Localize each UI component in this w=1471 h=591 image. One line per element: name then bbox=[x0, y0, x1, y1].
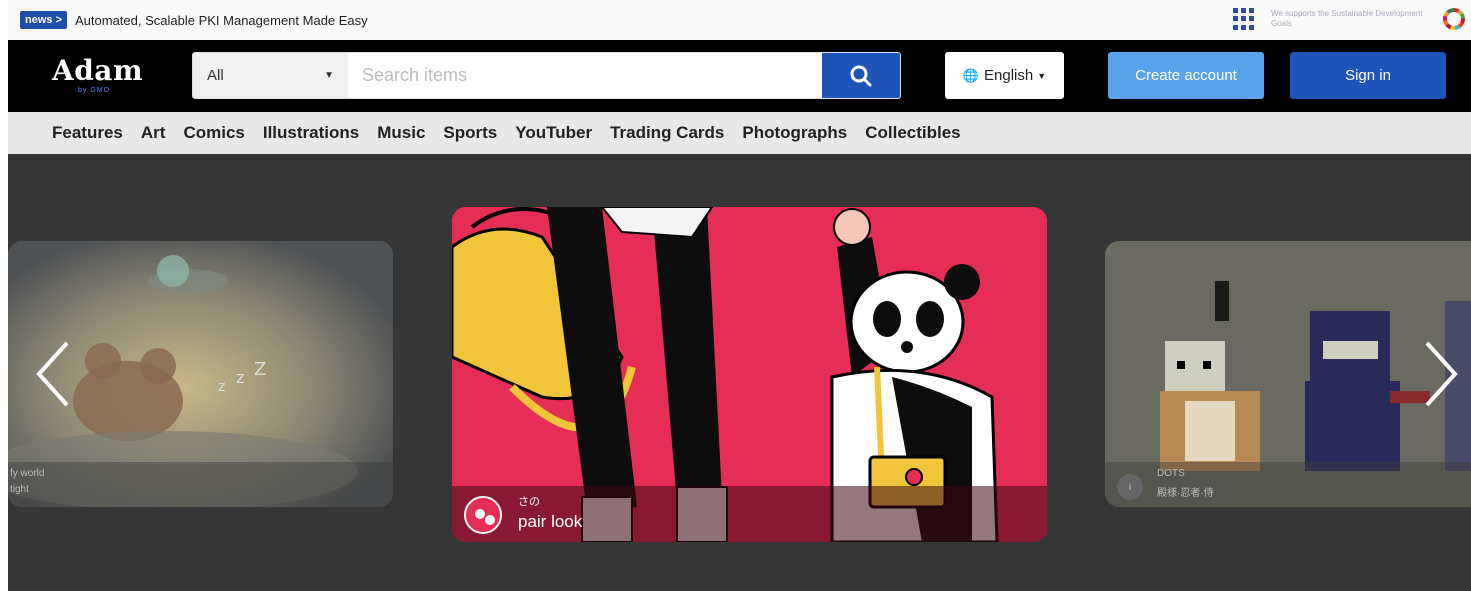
nav-item-collectibles[interactable]: Collectibles bbox=[865, 123, 960, 143]
search-icon bbox=[850, 65, 872, 86]
card-title: tight bbox=[10, 484, 29, 495]
create-account-button[interactable]: Create account bbox=[1108, 52, 1264, 99]
sign-in-button[interactable]: Sign in bbox=[1290, 52, 1446, 99]
page: news > Automated, Scalable PKI Managemen… bbox=[0, 0, 1471, 591]
search-bar: All ▼ bbox=[192, 52, 901, 99]
sdg-logo-icon bbox=[1443, 8, 1465, 30]
featured-carousel: z z Z fy world tight さの pair look i DOTS… bbox=[8, 154, 1471, 591]
author-avatar[interactable] bbox=[464, 496, 502, 534]
card-title[interactable]: pair look bbox=[518, 512, 582, 532]
card-title: 殿様·忍者·侍 bbox=[1157, 488, 1214, 499]
nav-item-youtuber[interactable]: YouTuber bbox=[515, 123, 592, 143]
logo-subtitle: by GMO bbox=[78, 87, 111, 94]
card-caption: i DOTS 殿様·忍者·侍 bbox=[1105, 462, 1471, 507]
language-label: English bbox=[984, 67, 1034, 84]
card-author: DOTS bbox=[1157, 468, 1185, 479]
svg-text:z: z bbox=[218, 379, 225, 395]
carousel-card-featured[interactable]: さの pair look bbox=[452, 207, 1047, 542]
nav-item-photographs[interactable]: Photographs bbox=[742, 123, 847, 143]
nav-item-illustrations[interactable]: Illustrations bbox=[263, 123, 359, 143]
card-caption: fy world tight bbox=[8, 462, 393, 507]
nav-item-comics[interactable]: Comics bbox=[183, 123, 244, 143]
globe-icon: 🌐 bbox=[962, 67, 980, 83]
category-select[interactable]: All ▼ bbox=[193, 53, 348, 98]
caret-down-icon: ▼ bbox=[1037, 70, 1047, 81]
card-author[interactable]: さの bbox=[518, 493, 540, 509]
carousel-next-button[interactable] bbox=[1416, 334, 1466, 414]
nav-item-sports[interactable]: Sports bbox=[443, 123, 497, 143]
chevron-left-icon bbox=[36, 341, 69, 407]
svg-text:Z: Z bbox=[254, 359, 266, 380]
card-caption: さの pair look bbox=[452, 486, 1047, 542]
language-selector[interactable]: 🌐 English ▼ bbox=[945, 52, 1064, 99]
author-avatar[interactable]: i bbox=[1117, 474, 1143, 500]
nav-item-art[interactable]: Art bbox=[141, 123, 166, 143]
nav-item-features[interactable]: Features bbox=[52, 123, 123, 143]
nav-item-trading-cards[interactable]: Trading Cards bbox=[610, 123, 724, 143]
svg-text:z: z bbox=[236, 368, 244, 387]
card-author: fy world bbox=[10, 468, 45, 479]
site-header: Adam by GMO All ▼ 🌐 English ▼ Create acc… bbox=[8, 40, 1471, 112]
chevron-right-icon bbox=[1425, 341, 1458, 407]
grid-icon[interactable] bbox=[1233, 8, 1255, 30]
carousel-prev-button[interactable] bbox=[28, 334, 78, 414]
news-badge[interactable]: news > bbox=[20, 11, 67, 29]
site-logo[interactable]: Adam bbox=[52, 54, 143, 87]
search-button[interactable] bbox=[822, 53, 900, 98]
sdg-text: We supports the Sustainable Development … bbox=[1271, 9, 1423, 28]
category-nav: Features Art Comics Illustrations Music … bbox=[8, 112, 1471, 154]
nav-item-music[interactable]: Music bbox=[377, 123, 425, 143]
caret-down-icon: ▼ bbox=[324, 70, 334, 81]
newsbar-right: We supports the Sustainable Development … bbox=[1233, 8, 1465, 30]
category-select-value: All bbox=[207, 67, 224, 84]
news-bar: news > Automated, Scalable PKI Managemen… bbox=[8, 0, 1471, 40]
news-headline[interactable]: Automated, Scalable PKI Management Made … bbox=[75, 13, 368, 28]
search-input[interactable] bbox=[348, 53, 822, 98]
